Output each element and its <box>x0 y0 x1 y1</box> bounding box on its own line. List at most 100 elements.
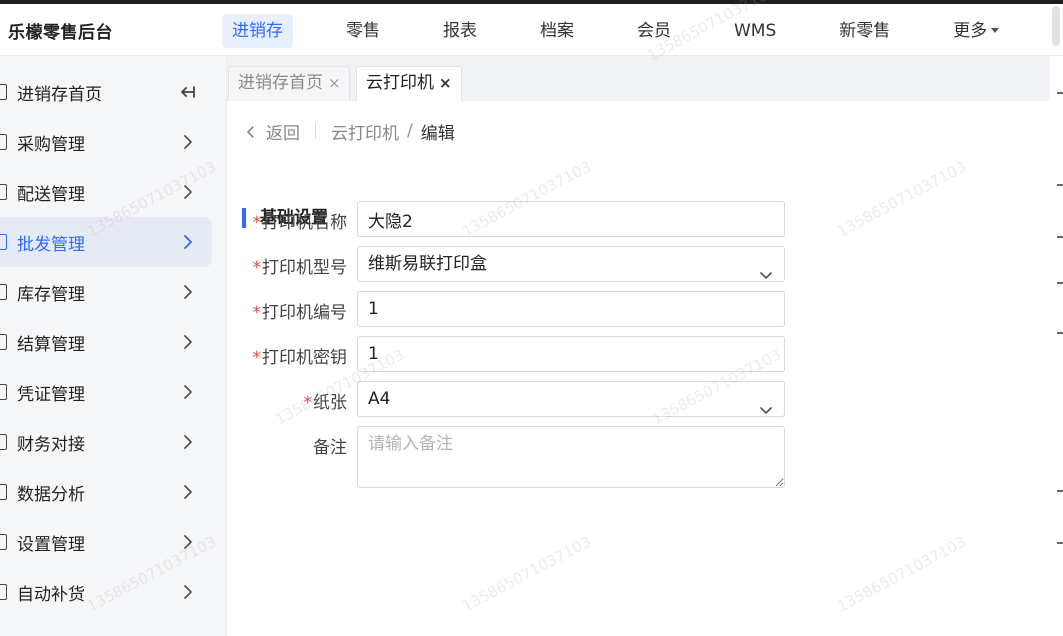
menu-item-icon <box>0 184 7 200</box>
tab-label: 云打印机 <box>366 73 434 93</box>
back-label: 返回 <box>266 123 300 144</box>
paper-label: *纸张 <box>304 388 348 413</box>
edge-mark <box>1057 184 1063 186</box>
sidebar-item-settings[interactable]: 设置管理 <box>0 517 212 567</box>
required-mark: * <box>252 348 262 368</box>
paper-select[interactable]: A4 <box>357 381 785 417</box>
remark-label: 备注 <box>313 438 347 458</box>
chevron-right-icon <box>182 434 194 450</box>
remark-textarea[interactable] <box>357 426 785 488</box>
top-nav-archives[interactable]: 档案 <box>530 14 584 48</box>
edge-mark <box>1057 490 1063 492</box>
chevron-right-icon <box>182 384 194 400</box>
chevron-left-icon <box>246 124 256 138</box>
content-panel: 返回 云打印机 / 编辑 基础设置 *打印机名称 *打印机型号 维斯易联打印盒 <box>227 101 1060 636</box>
top-scrollbar-thumb[interactable] <box>1052 6 1060 46</box>
sidebar-item-label: 数据分析 <box>17 484 85 505</box>
menu-item-icon <box>0 584 7 600</box>
close-icon[interactable]: × <box>439 74 452 92</box>
printer-model-label-text: 打印机型号 <box>262 258 347 278</box>
form-row-paper: *纸张 A4 <box>227 381 787 417</box>
chevron-right-icon <box>182 334 194 350</box>
chevron-right-icon <box>182 584 194 600</box>
printer-number-label-text: 打印机编号 <box>262 303 347 323</box>
menu-item-icon <box>0 84 7 100</box>
sidebar-item-delivery[interactable]: 配送管理 <box>0 167 212 217</box>
top-nav-inventory[interactable]: 进销存 <box>222 14 293 48</box>
menu-item-icon <box>0 484 7 500</box>
printer-name-label: *打印机名称 <box>253 208 348 233</box>
top-nav-new-retail[interactable]: 新零售 <box>829 14 900 48</box>
chevron-down-icon <box>759 394 773 414</box>
menu-item-icon <box>0 434 7 450</box>
sidebar-item-label: 进销存首页 <box>17 84 102 105</box>
menu-item-icon <box>0 384 7 400</box>
breadcrumb: 返回 云打印机 / 编辑 <box>246 119 455 144</box>
top-bar: 乐檬零售后台 进销存 零售 报表 档案 会员 WMS 新零售 更多 <box>0 0 1063 56</box>
tab-label: 进销存首页 <box>238 73 323 93</box>
tab-inventory-home[interactable]: 进销存首页 × <box>228 66 350 101</box>
required-mark: * <box>252 213 262 233</box>
chevron-right-icon <box>182 134 194 150</box>
close-icon[interactable]: × <box>328 74 341 92</box>
top-nav-members[interactable]: 会员 <box>627 14 681 48</box>
top-nav-retail[interactable]: 零售 <box>336 14 390 48</box>
required-mark: * <box>303 393 313 413</box>
sidebar-item-label: 配送管理 <box>17 184 85 205</box>
sidebar-item-wholesale[interactable]: 批发管理 <box>0 217 212 267</box>
printer-number-input[interactable] <box>357 291 785 327</box>
printer-model-select[interactable]: 维斯易联打印盒 <box>357 246 785 282</box>
tab-cloud-printer[interactable]: 云打印机 × <box>356 66 462 101</box>
form-row-printer-number: *打印机编号 <box>227 291 787 327</box>
back-button[interactable]: 返回 <box>246 119 300 144</box>
main-area: 进销存首页× 云打印机× 返回 云打印机 / 编辑 基础设置 *打印机名称 <box>227 56 1063 636</box>
edge-mark <box>1057 542 1063 544</box>
form-row-printer-model: *打印机型号 维斯易联打印盒 <box>227 246 787 282</box>
sidebar-item-purchase[interactable]: 采购管理 <box>0 117 212 167</box>
right-edge-panel <box>1050 56 1063 636</box>
printer-model-value: 维斯易联打印盒 <box>368 254 487 274</box>
sidebar-item-label: 库存管理 <box>17 284 85 305</box>
menu-item-icon <box>0 334 7 350</box>
brand-title: 乐檬零售后台 <box>8 23 113 43</box>
sidebar-item-finance[interactable]: 财务对接 <box>0 417 212 467</box>
top-nav-more[interactable]: 更多 <box>943 14 1009 48</box>
menu-item-icon <box>0 234 7 250</box>
chevron-right-icon <box>182 284 194 300</box>
paper-label-text: 纸张 <box>313 393 347 413</box>
top-nav-more-label: 更多 <box>953 21 988 41</box>
edge-mark <box>1057 282 1063 284</box>
printer-number-label: *打印机编号 <box>253 298 348 323</box>
sidebar-item-voucher[interactable]: 凭证管理 <box>0 367 212 417</box>
printer-key-label: *打印机密钥 <box>253 343 348 368</box>
breadcrumb-current: 编辑 <box>420 123 455 144</box>
breadcrumb-parent-link[interactable]: 云打印机 <box>331 119 399 144</box>
top-nav-wms[interactable]: WMS <box>724 14 786 48</box>
printer-name-input[interactable] <box>357 201 785 237</box>
breadcrumb-separator: / <box>407 121 413 141</box>
sidebar-item-label: 设置管理 <box>17 534 85 555</box>
tab-bar: 进销存首页 × 云打印机 × <box>227 56 1060 101</box>
paper-value: A4 <box>368 389 391 409</box>
form-row-printer-key: *打印机密钥 <box>227 336 787 372</box>
sidebar: 进销存首页 采购管理 配送管理 批发管理 库存管理 结算管理 凭证管理 财务对接… <box>0 56 227 636</box>
required-mark: * <box>252 258 262 278</box>
sidebar-item-analytics[interactable]: 数据分析 <box>0 467 212 517</box>
sidebar-item-label: 结算管理 <box>17 334 85 355</box>
sidebar-item-settlement[interactable]: 结算管理 <box>0 317 212 367</box>
form-row-remark: 备注 <box>227 426 787 488</box>
top-nav-reports[interactable]: 报表 <box>433 14 487 48</box>
printer-key-input[interactable] <box>357 336 785 372</box>
chevron-right-icon <box>182 184 194 200</box>
printer-key-label-text: 打印机密钥 <box>262 348 347 368</box>
collapse-left-icon[interactable] <box>177 82 197 102</box>
sidebar-item-inventory-home[interactable]: 进销存首页 <box>0 67 212 117</box>
sidebar-item-stock[interactable]: 库存管理 <box>0 267 212 317</box>
edge-mark <box>1057 92 1063 94</box>
menu-item-icon <box>0 284 7 300</box>
sidebar-item-label: 采购管理 <box>17 134 85 155</box>
sidebar-item-label: 财务对接 <box>17 434 85 455</box>
sidebar-item-label: 凭证管理 <box>17 384 85 405</box>
breadcrumb-divider <box>315 123 316 139</box>
sidebar-item-auto-replenish[interactable]: 自动补货 <box>0 567 212 617</box>
